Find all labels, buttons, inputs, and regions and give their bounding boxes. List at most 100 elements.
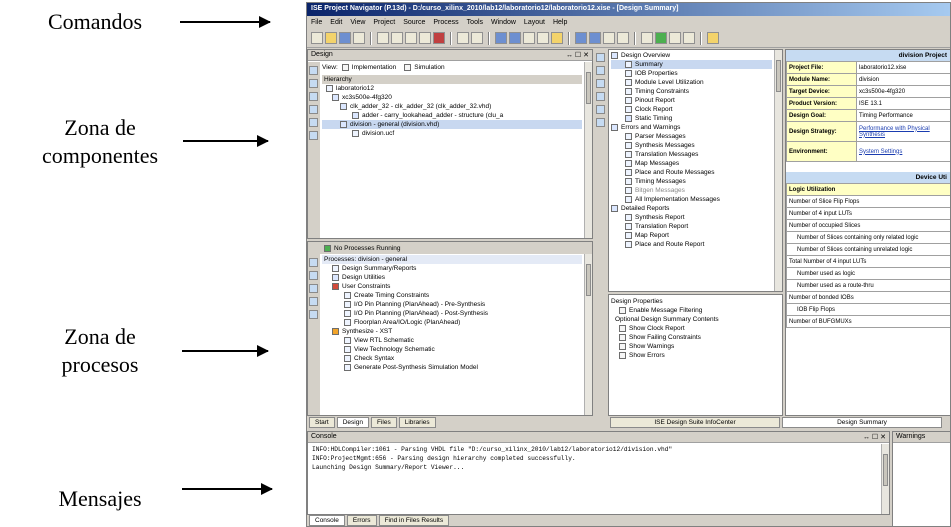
implementation-radio[interactable] bbox=[341, 64, 349, 71]
property-option[interactable]: Show Errors bbox=[611, 351, 780, 360]
rerun-icon[interactable] bbox=[309, 271, 318, 280]
find-report-icon[interactable] bbox=[596, 118, 605, 127]
pin-icon[interactable] bbox=[683, 32, 695, 44]
menu-view[interactable]: View bbox=[350, 19, 365, 26]
hierarchy-icon[interactable] bbox=[309, 66, 318, 75]
console-scrollbar[interactable] bbox=[881, 444, 889, 514]
add-source-icon[interactable] bbox=[309, 79, 318, 88]
process-item[interactable]: Check Syntax bbox=[322, 354, 582, 363]
run-process-icon[interactable] bbox=[309, 258, 318, 267]
save-icon[interactable] bbox=[339, 32, 351, 44]
key-icon[interactable] bbox=[641, 32, 653, 44]
tab-design[interactable]: Design bbox=[336, 417, 369, 428]
checkbox[interactable] bbox=[619, 352, 626, 359]
menu-process[interactable]: Process bbox=[433, 19, 458, 26]
tab-files[interactable]: Files bbox=[370, 417, 397, 428]
process-properties-icon[interactable] bbox=[309, 310, 318, 319]
console-window-controls[interactable]: ↔ ☐ ✕ bbox=[863, 433, 886, 441]
process-item[interactable]: User Constraints bbox=[322, 282, 582, 291]
delete-icon[interactable] bbox=[433, 32, 445, 44]
overview-item[interactable]: Map Report bbox=[611, 231, 772, 240]
menu-project[interactable]: Project bbox=[373, 19, 395, 26]
property-option[interactable]: Show Clock Report bbox=[611, 324, 780, 333]
overview-item[interactable]: IOB Properties bbox=[611, 69, 772, 78]
menu-layout[interactable]: Layout bbox=[524, 19, 545, 26]
back-icon[interactable] bbox=[596, 66, 605, 75]
overview-item[interactable]: Timing Constraints bbox=[611, 87, 772, 96]
layout-icon[interactable] bbox=[537, 32, 549, 44]
overview-item[interactable]: Timing Messages bbox=[611, 177, 772, 186]
process-item[interactable]: Floorplan Area/IO/Logic (PlanAhead) bbox=[322, 318, 582, 327]
overview-item[interactable]: Synthesis Messages bbox=[611, 141, 772, 150]
restore-icon[interactable] bbox=[617, 32, 629, 44]
stop-icon[interactable] bbox=[309, 284, 318, 293]
help-icon[interactable] bbox=[551, 32, 563, 44]
tab-start[interactable]: Start bbox=[309, 417, 335, 428]
process-scrollbar[interactable] bbox=[584, 254, 592, 415]
overview-item[interactable]: Translation Messages bbox=[611, 150, 772, 159]
property-option[interactable]: Show Warnings bbox=[611, 342, 780, 351]
process-item[interactable]: I/O Pin Planning (PlanAhead) - Pre-Synth… bbox=[322, 300, 582, 309]
info-icon[interactable] bbox=[707, 32, 719, 44]
overview-item[interactable]: Synthesis Report bbox=[611, 213, 772, 222]
overview-item[interactable]: Map Messages bbox=[611, 159, 772, 168]
overview-item[interactable]: Place and Route Report bbox=[611, 240, 772, 249]
overview-item[interactable]: All Implementation Messages bbox=[611, 195, 772, 204]
menu-window[interactable]: Window bbox=[491, 19, 516, 26]
tab-design-summary[interactable]: Design Summary bbox=[782, 417, 942, 428]
new-icon[interactable] bbox=[311, 32, 323, 44]
simulation-radio[interactable] bbox=[404, 64, 412, 71]
overview-item[interactable]: Pinout Report bbox=[611, 96, 772, 105]
overview-group[interactable]: Design Overview bbox=[611, 51, 772, 60]
checkbox[interactable] bbox=[619, 325, 626, 332]
tree-item-project[interactable]: laboratorio12 bbox=[322, 84, 582, 93]
environment-link[interactable]: System Settings bbox=[856, 141, 950, 162]
cascade-icon[interactable] bbox=[589, 32, 601, 44]
properties-icon[interactable] bbox=[309, 131, 318, 140]
overview-item[interactable]: Module Level Utilization bbox=[611, 78, 772, 87]
tree-item-adder[interactable]: adder - carry_lookahead_adder - structur… bbox=[322, 111, 582, 120]
panel-window-controls[interactable]: ↔ ☐ ✕ bbox=[566, 51, 589, 59]
open-report-icon[interactable] bbox=[309, 297, 318, 306]
tree-item-device[interactable]: xc3s500e-4fg320 bbox=[322, 93, 582, 102]
tab-infocenter[interactable]: ISE Design Suite InfoCenter bbox=[610, 417, 780, 428]
zoom-icon[interactable] bbox=[509, 32, 521, 44]
design-strategy-link[interactable]: Performance with Physical Synthesis bbox=[856, 121, 950, 142]
home-icon[interactable] bbox=[596, 53, 605, 62]
process-item[interactable]: View RTL Schematic bbox=[322, 336, 582, 345]
tab-errors[interactable]: Errors bbox=[346, 515, 377, 526]
window-icon[interactable] bbox=[523, 32, 535, 44]
find-icon[interactable] bbox=[495, 32, 507, 44]
save-all-icon[interactable] bbox=[353, 32, 365, 44]
overview-item[interactable]: Clock Report bbox=[611, 105, 772, 114]
print-report-icon[interactable] bbox=[596, 105, 605, 114]
menu-help[interactable]: Help bbox=[553, 19, 567, 26]
copy-icon[interactable] bbox=[405, 32, 417, 44]
undo-icon[interactable] bbox=[457, 32, 469, 44]
tree-item-clk-adder[interactable]: clk_adder_32 - clk_adder_32 (clk_adder_3… bbox=[322, 102, 582, 111]
checkbox[interactable] bbox=[619, 334, 626, 341]
refresh-icon[interactable] bbox=[596, 92, 605, 101]
tab-find-in-files[interactable]: Find in Files Results bbox=[378, 515, 450, 526]
overview-group[interactable]: Detailed Reports bbox=[611, 204, 772, 213]
menu-file[interactable]: File bbox=[311, 19, 322, 26]
process-item[interactable]: Design Utilities bbox=[322, 273, 582, 282]
cut-icon[interactable] bbox=[391, 32, 403, 44]
sigma-icon[interactable] bbox=[669, 32, 681, 44]
menu-edit[interactable]: Edit bbox=[330, 19, 342, 26]
overview-item[interactable]: Place and Route Messages bbox=[611, 168, 772, 177]
overview-scrollbar[interactable] bbox=[774, 50, 782, 291]
process-item[interactable]: Generate Post-Synthesis Simulation Model bbox=[322, 363, 582, 372]
checkbox[interactable] bbox=[619, 307, 626, 314]
overview-item[interactable]: Bitgen Messages bbox=[611, 186, 772, 195]
tab-console[interactable]: Console bbox=[309, 515, 345, 526]
process-item[interactable]: View Technology Schematic bbox=[322, 345, 582, 354]
redo-icon[interactable] bbox=[471, 32, 483, 44]
overview-group[interactable]: Errors and Warnings bbox=[611, 123, 772, 132]
process-item[interactable]: Synthesize - XST bbox=[322, 327, 582, 336]
open-icon[interactable] bbox=[325, 32, 337, 44]
tile-icon[interactable] bbox=[575, 32, 587, 44]
process-item[interactable]: I/O Pin Planning (PlanAhead) - Post-Synt… bbox=[322, 309, 582, 318]
overview-item[interactable]: Parser Messages bbox=[611, 132, 772, 141]
paste-icon[interactable] bbox=[419, 32, 431, 44]
